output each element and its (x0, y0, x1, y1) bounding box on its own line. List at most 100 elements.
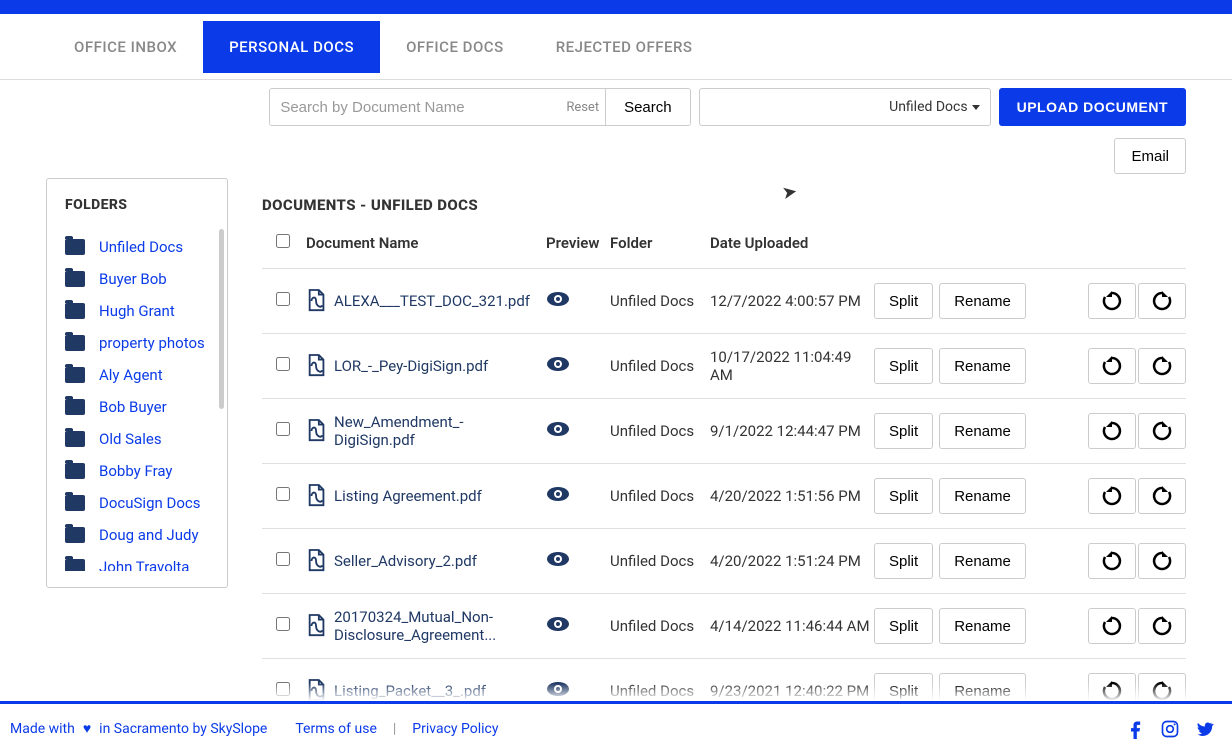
folder-icon (65, 303, 85, 319)
preview-icon[interactable] (546, 550, 570, 568)
split-button[interactable]: Split (874, 348, 933, 384)
instagram-icon[interactable] (1160, 719, 1180, 739)
row-checkbox[interactable] (276, 617, 290, 631)
row-date: 4/20/2022 1:51:24 PM (710, 552, 861, 570)
folder-item[interactable]: Buyer Bob (65, 263, 227, 295)
folder-label: Buyer Bob (99, 270, 167, 288)
folder-item[interactable]: Unfiled Docs (65, 231, 227, 263)
rename-button[interactable]: Rename (939, 543, 1026, 579)
tab-rejected-offers[interactable]: REJECTED OFFERS (530, 21, 719, 73)
rotate-ccw-button[interactable] (1138, 348, 1186, 384)
terms-link[interactable]: Terms of use (295, 721, 377, 737)
folder-item[interactable]: Old Sales (65, 423, 227, 455)
rotate-cw-icon (1102, 486, 1122, 506)
chevron-down-icon (972, 105, 980, 110)
folder-item[interactable]: Bobby Fray (65, 455, 227, 487)
rotate-cw-button[interactable] (1088, 348, 1136, 384)
rotate-ccw-button[interactable] (1138, 608, 1186, 644)
folder-item[interactable]: Aly Agent (65, 359, 227, 391)
rotate-ccw-icon (1152, 291, 1172, 311)
folder-item[interactable]: John Travolta (65, 551, 227, 571)
document-name[interactable]: 20170324_Mutual_Non-Disclosure_Agreement… (334, 608, 538, 644)
search-input[interactable] (270, 89, 560, 125)
table-row: Seller_Advisory_2.pdfUnfiled Docs4/20/20… (262, 529, 1186, 594)
rename-button[interactable]: Rename (939, 413, 1026, 449)
pdf-icon (306, 548, 328, 574)
upload-document-button[interactable]: UPLOAD DOCUMENT (999, 88, 1186, 126)
tab-personal-docs[interactable]: PERSONAL DOCS (203, 21, 380, 73)
rotate-ccw-button[interactable] (1138, 543, 1186, 579)
select-all-checkbox[interactable] (276, 234, 290, 248)
sidebar-scrollbar[interactable] (219, 229, 224, 409)
document-name[interactable]: Seller_Advisory_2.pdf (334, 552, 477, 570)
top-bar (0, 0, 1232, 14)
rotate-cw-button[interactable] (1088, 283, 1136, 319)
preview-icon[interactable] (546, 680, 570, 698)
document-name[interactable]: ALEXA___TEST_DOC_321.pdf (334, 292, 530, 310)
split-button[interactable]: Split (874, 413, 933, 449)
folder-icon (65, 495, 85, 511)
row-folder: Unfiled Docs (610, 487, 694, 505)
privacy-link[interactable]: Privacy Policy (412, 721, 498, 737)
folder-icon (65, 335, 85, 351)
row-date: 10/17/2022 11:04:49 AM (710, 348, 851, 384)
rename-button[interactable]: Rename (939, 283, 1026, 319)
preview-icon[interactable] (546, 420, 570, 438)
document-name[interactable]: LOR_-_Pey-DigiSign.pdf (334, 357, 488, 375)
twitter-icon[interactable] (1194, 719, 1214, 739)
folder-item[interactable]: Bob Buyer (65, 391, 227, 423)
pdf-icon (306, 613, 328, 639)
rotate-ccw-icon (1152, 421, 1172, 441)
rotate-ccw-button[interactable] (1138, 413, 1186, 449)
folder-filter-select[interactable]: Unfiled Docs (699, 88, 991, 126)
rotate-cw-button[interactable] (1088, 543, 1136, 579)
folder-label: DocuSign Docs (99, 494, 201, 512)
folder-icon (65, 431, 85, 447)
preview-icon[interactable] (546, 485, 570, 503)
row-checkbox[interactable] (276, 682, 290, 696)
email-button[interactable]: Email (1114, 138, 1186, 174)
split-button[interactable]: Split (874, 543, 933, 579)
pdf-icon (306, 418, 328, 444)
row-checkbox[interactable] (276, 552, 290, 566)
heart-icon: ♥ (83, 720, 91, 737)
preview-icon[interactable] (546, 615, 570, 633)
rotate-cw-button[interactable] (1088, 413, 1136, 449)
rotate-ccw-icon (1152, 681, 1172, 701)
rename-button[interactable]: Rename (939, 608, 1026, 644)
row-checkbox[interactable] (276, 357, 290, 371)
search-button[interactable]: Search (605, 89, 690, 125)
row-checkbox[interactable] (276, 422, 290, 436)
folder-item[interactable]: property photos (65, 327, 227, 359)
split-button[interactable]: Split (874, 608, 933, 644)
preview-icon[interactable] (546, 355, 570, 373)
rename-button[interactable]: Rename (939, 478, 1026, 514)
reset-link[interactable]: Reset (560, 100, 605, 115)
tab-office-inbox[interactable]: OFFICE INBOX (48, 21, 203, 73)
pdf-icon (306, 288, 328, 314)
footer: Made with ♥ in Sacramento by SkySlope Te… (0, 701, 1232, 753)
row-checkbox[interactable] (276, 292, 290, 306)
folder-item[interactable]: Hugh Grant (65, 295, 227, 327)
pdf-icon (306, 483, 328, 509)
document-name[interactable]: New_Amendment_-DigiSign.pdf (334, 413, 538, 449)
row-folder: Unfiled Docs (610, 292, 694, 310)
rotate-cw-icon (1102, 681, 1122, 701)
facebook-icon[interactable] (1126, 719, 1146, 739)
tab-office-docs[interactable]: OFFICE DOCS (380, 21, 530, 73)
preview-icon[interactable] (546, 290, 570, 308)
folder-icon (65, 559, 85, 571)
rotate-ccw-button[interactable] (1138, 283, 1186, 319)
document-name[interactable]: Listing Agreement.pdf (334, 487, 482, 505)
rotate-cw-button[interactable] (1088, 608, 1136, 644)
rotate-ccw-button[interactable] (1138, 478, 1186, 514)
document-name[interactable]: Listing_Packet__3_.pdf (334, 682, 486, 700)
rotate-cw-button[interactable] (1088, 478, 1136, 514)
split-button[interactable]: Split (874, 283, 933, 319)
folder-item[interactable]: Doug and Judy (65, 519, 227, 551)
folder-item[interactable]: DocuSign Docs (65, 487, 227, 519)
row-checkbox[interactable] (276, 487, 290, 501)
row-folder: Unfiled Docs (610, 357, 694, 375)
rename-button[interactable]: Rename (939, 348, 1026, 384)
split-button[interactable]: Split (874, 478, 933, 514)
